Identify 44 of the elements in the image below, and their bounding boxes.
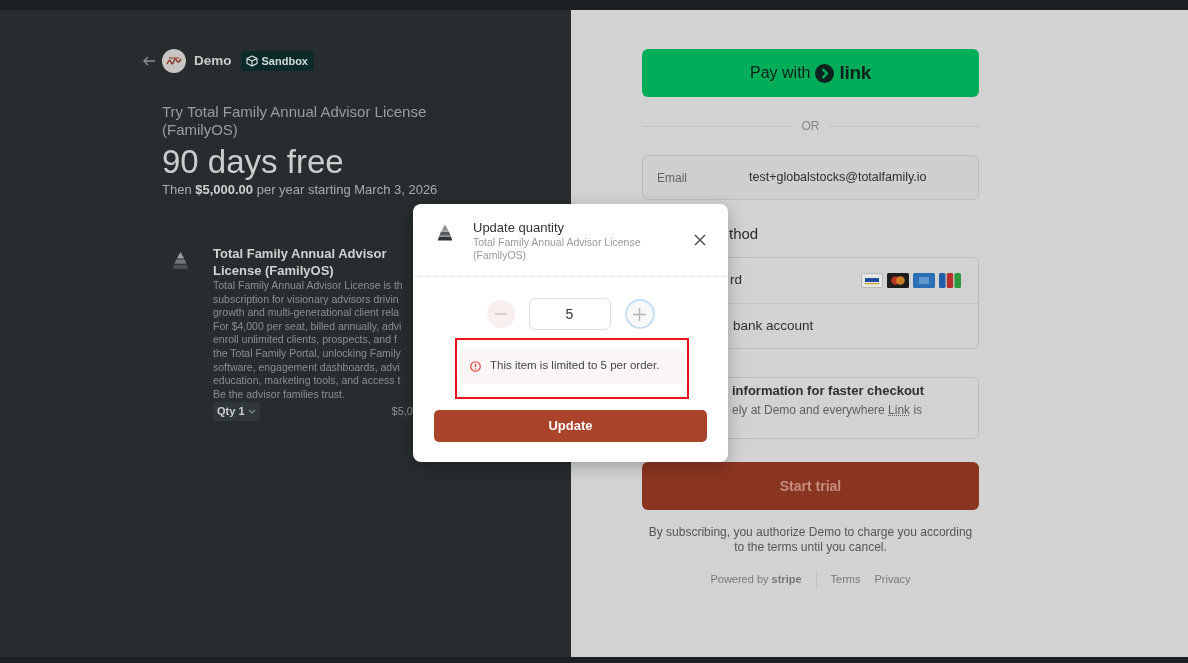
update-button[interactable]: Update [434,410,707,442]
cube-icon [245,55,258,67]
product-description: Total Family Annual Advisor License is th subscription for visionary advisors drivin growth and multi-generational client rela For $4,000 per seat, billed annually, advi enroll unlimited clients, prospects, and f the Total Family Portal, unlocking Family software, engagement dashboards, advi education, marketing tools, and access t Be the advisor families trust. [213,279,404,402]
minus-icon [494,313,507,315]
trial-headline: 90 days free [162,143,345,181]
field-value: test+globalstocks@totalfamily.io [749,169,927,187]
product-price: $5,0 [391,403,413,419]
card-brand-icon [861,273,883,288]
disclaimer-text: By subscribing, you authorize Demo to charge you according to the terms until you cancel. [648,525,973,555]
plus-icon [633,307,646,321]
card-brand-icon [913,273,935,288]
card-brand-icon [939,273,961,288]
logo-icon [162,49,186,73]
badge-label: Sandbox [261,53,308,69]
pay-with-link-button[interactable]: Pay with link [642,49,979,97]
email-field[interactable]: Email test+globalstocks@totalfamily.io [642,155,979,200]
powered-by-text: Powered by stripe [710,571,802,587]
product-name: Total Family Annual Advisor License (FamilyOS) [213,245,388,279]
close-icon [694,234,706,246]
merchant-name: Demo [194,51,232,70]
quantity-button[interactable]: Qty 1 [213,402,260,421]
card-brand-icon [887,273,909,288]
offer-title: Try Total Family Annual Advisor License (FamilyOS) [162,103,428,139]
caret-icon [247,409,256,415]
dialog-subtitle: Total Family Annual Advisor License (FamilyOS) [473,236,642,262]
close-button[interactable] [694,234,706,246]
section-heading: thod [729,224,760,244]
inline-link[interactable]: Link [888,403,911,417]
payment-option-label[interactable]: rd [730,270,742,291]
quantity-input[interactable]: 5 [528,298,611,330]
footer-link[interactable]: Terms [830,570,861,588]
field-label: Email [657,169,688,187]
save-info-title: information for faster checkout [732,382,926,400]
divider-label: OR [800,118,821,135]
save-info-text: ely at Demo and everywhere Link is [732,402,924,419]
chevron-circle-icon [815,63,835,83]
pyramid-icon [436,223,454,242]
alert-icon [470,360,481,372]
dialog-title: Update quantity [473,220,566,236]
payment-option-label[interactable]: bank account [733,315,814,337]
back-arrow-icon[interactable] [143,56,155,66]
price-terms: Then $5,000.00 per year starting March 3, 2026 [162,181,439,199]
pyramid-icon [171,251,190,270]
error-message: This item is limited to 5 per order. [490,358,660,374]
